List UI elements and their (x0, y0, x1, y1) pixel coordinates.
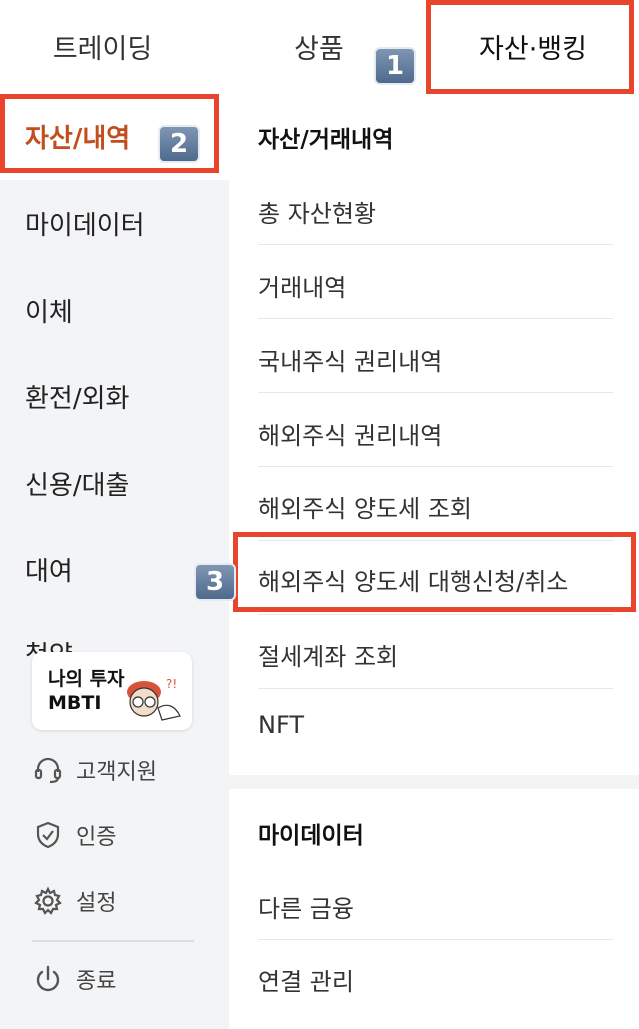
sidebar-item-transfer[interactable]: 이체 (25, 292, 73, 329)
svg-text:?!: ?! (166, 677, 177, 691)
exit-button[interactable]: 종료 (32, 963, 116, 995)
menu-tax-saving-account-inquiry[interactable]: 절세계좌 조회 (258, 637, 398, 672)
tab-products-label: 상품 (294, 33, 344, 65)
settings-button[interactable]: 설정 (32, 885, 116, 917)
top-tab-bar: 트레이딩 상품 자산·뱅킹 (0, 0, 639, 92)
sidebar: 자산/내역 마이데이터 이체 환전/외화 신용/대출 대여 청약 나의 투자 M… (0, 92, 229, 1029)
menu-divider (258, 392, 613, 393)
menu-foreign-stock-rights[interactable]: 해외주식 권리내역 (258, 416, 442, 451)
menu-divider (258, 939, 613, 940)
menu-other-finance[interactable]: 다른 금융 (258, 889, 354, 924)
sidebar-item-mydata[interactable]: 마이데이터 (25, 205, 145, 242)
step-badge-2: 2 (158, 125, 200, 163)
section-title-assets-transactions: 자산/거래내역 (258, 127, 394, 153)
sidebar-item-assets-history[interactable]: 자산/내역 (25, 118, 130, 155)
mbti-banner-line1: 나의 투자 (48, 668, 125, 690)
power-icon (36, 965, 60, 992)
tab-trading-label: 트레이딩 (52, 33, 153, 65)
tab-trading[interactable]: 트레이딩 (0, 0, 205, 92)
menu-transaction-history[interactable]: 거래내역 (258, 268, 346, 303)
mbti-banner[interactable]: 나의 투자 MBTI ?! (32, 652, 192, 730)
menu-foreign-capital-gains-tax-agency-request[interactable]: 해외주식 양도세 대행신청/취소 (258, 562, 568, 597)
sidebar-item-exchange[interactable]: 환전/외화 (25, 378, 129, 415)
menu-nft[interactable]: NFT (258, 711, 304, 739)
menu-divider (258, 244, 613, 245)
menu-foreign-capital-gains-tax-inquiry[interactable]: 해외주식 양도세 조회 (258, 489, 472, 524)
section-title-mydata: 마이데이터 (258, 823, 364, 849)
headset-icon (34, 757, 62, 784)
gear-icon (34, 886, 62, 915)
authentication-button[interactable]: 인증 (32, 819, 116, 851)
section-gap (229, 775, 639, 789)
menu-divider (258, 540, 613, 541)
tab-assets-banking-label: 자산·뱅킹 (479, 33, 587, 65)
customer-support-label: 고객지원 (76, 760, 157, 785)
step-badge-1: 1 (374, 47, 416, 85)
menu-divider (258, 688, 613, 689)
shield-check-icon (36, 821, 60, 849)
tab-assets-banking[interactable]: 자산·뱅킹 (433, 0, 633, 92)
authentication-label: 인증 (76, 825, 117, 850)
menu-total-assets[interactable]: 총 자산현황 (258, 194, 376, 229)
menu-divider (258, 466, 613, 467)
mbti-banner-line2: MBTI (48, 692, 102, 714)
menu-domestic-stock-rights[interactable]: 국내주식 권리내역 (258, 342, 442, 377)
menu-divider (258, 318, 613, 319)
menu-divider (258, 614, 613, 615)
mascot-icon: ?! (127, 677, 181, 721)
settings-label: 설정 (76, 891, 117, 916)
menu-connection-management[interactable]: 연결 관리 (258, 962, 354, 997)
customer-support-button[interactable]: 고객지원 (32, 754, 157, 786)
sidebar-item-lending[interactable]: 대여 (25, 551, 73, 588)
sidebar-item-credit-loan[interactable]: 신용/대출 (25, 465, 129, 502)
main-menu: 자산/거래내역 총 자산현황 거래내역 국내주식 권리내역 해외주식 권리내역 … (229, 92, 639, 1029)
sidebar-divider (32, 940, 194, 942)
step-badge-3: 3 (194, 563, 236, 601)
exit-label: 종료 (76, 969, 117, 994)
